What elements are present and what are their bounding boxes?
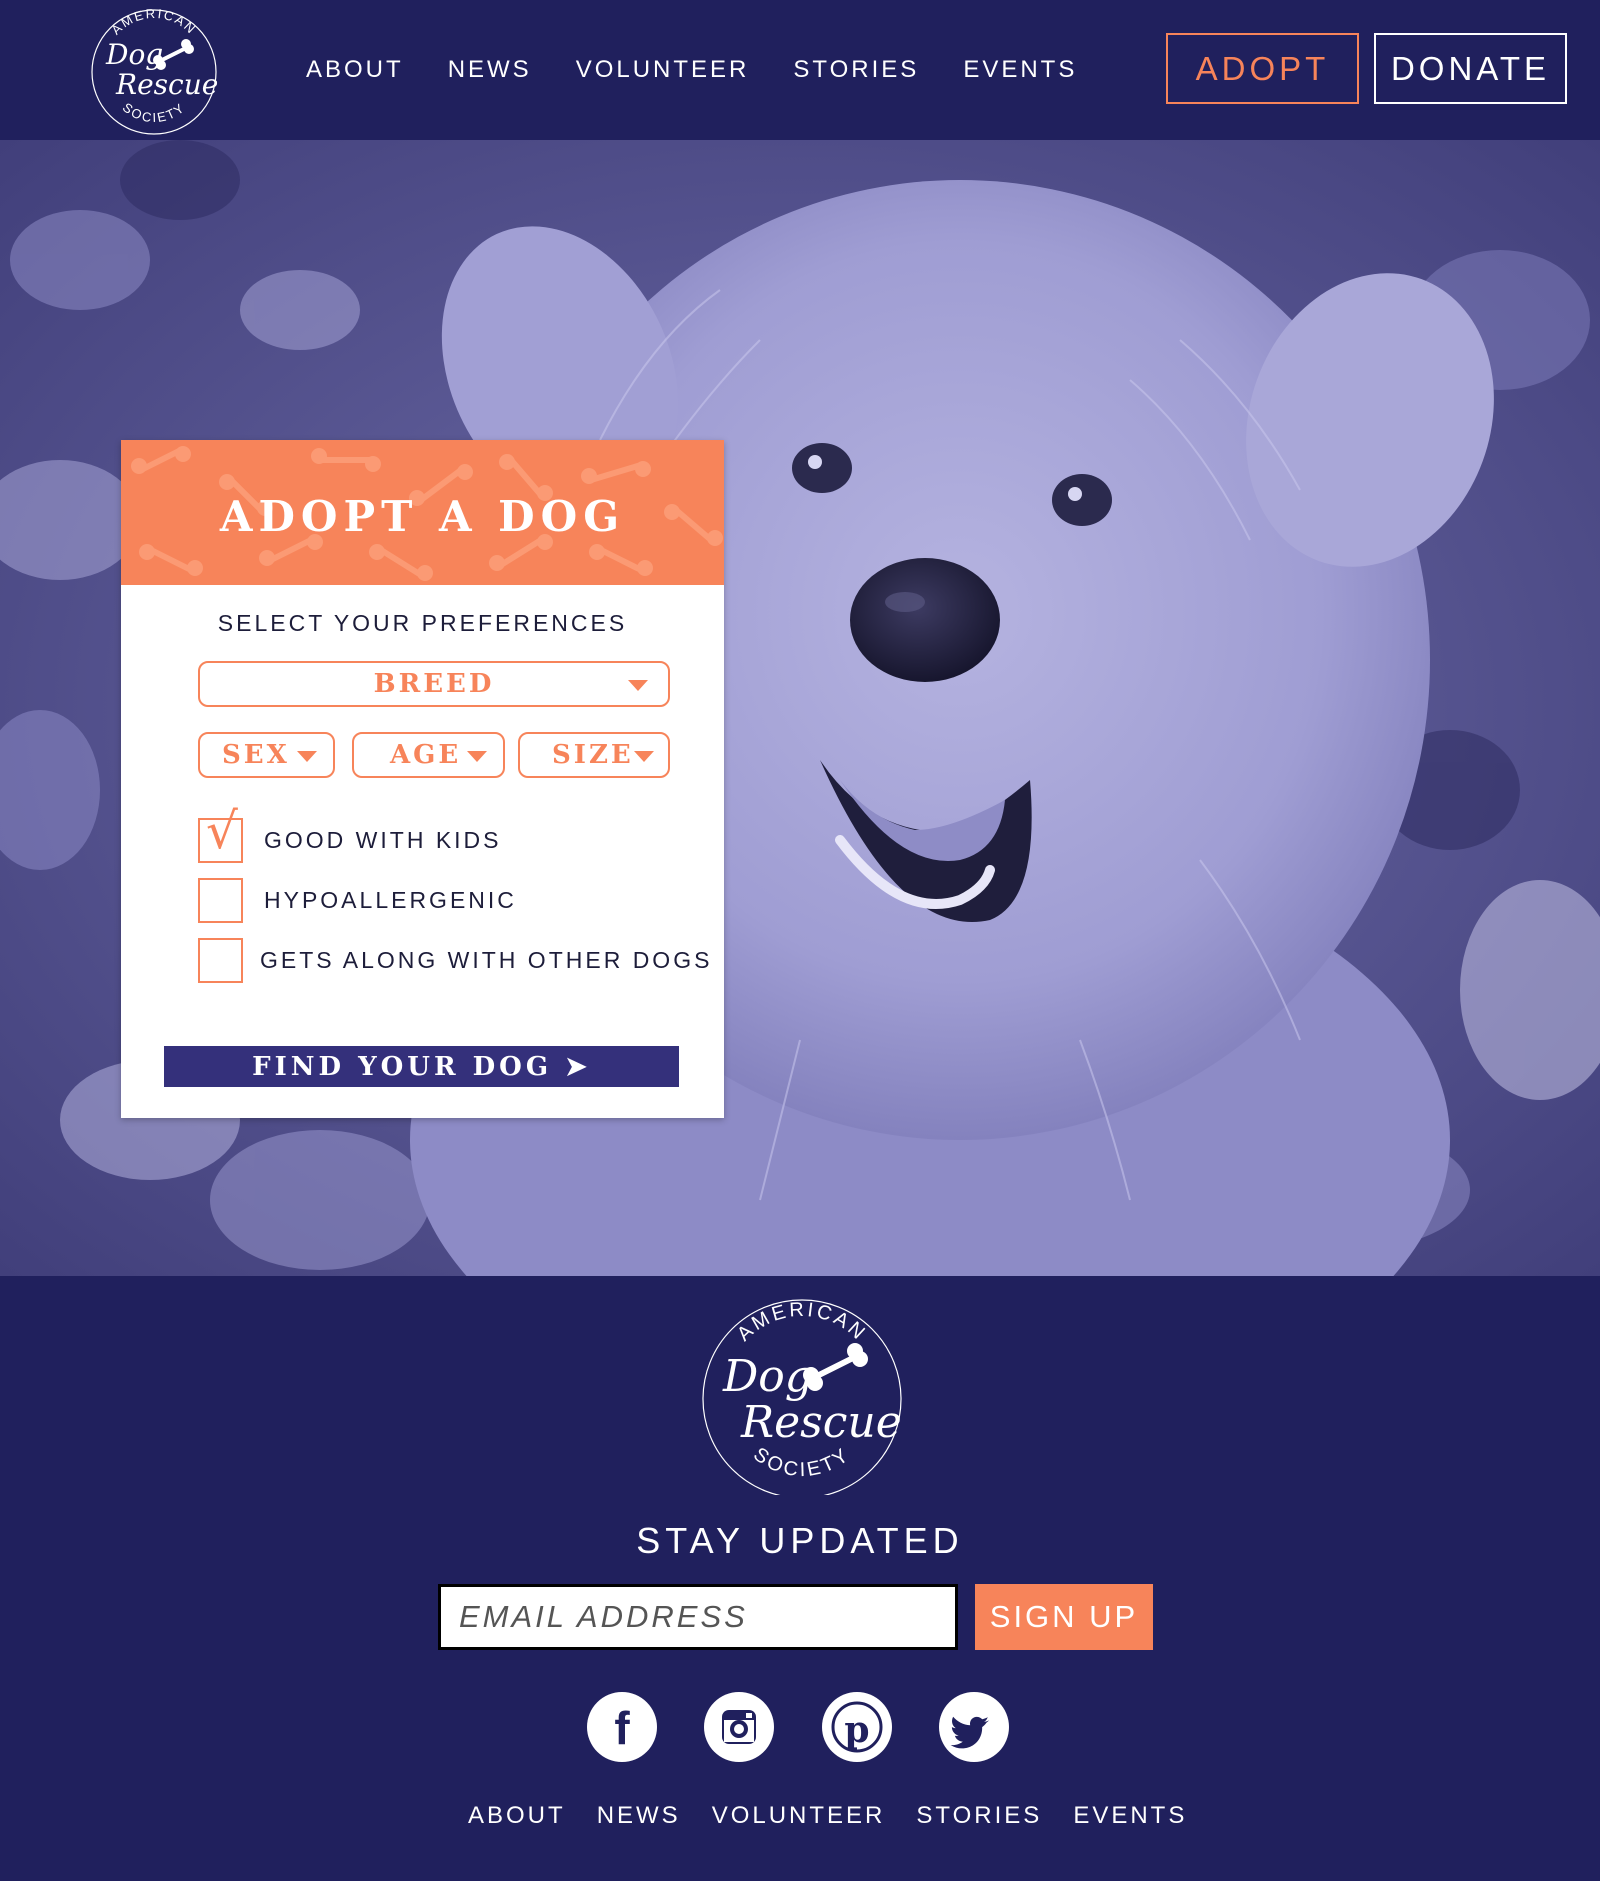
other-dogs-label: GETS ALONG WITH OTHER DOGS: [260, 947, 713, 973]
chevron-down-icon: [297, 751, 317, 762]
main-nav: ABOUT NEWS VOLUNTEER STORIES EVENTS: [306, 56, 1077, 84]
nav-stories[interactable]: STORIES: [793, 56, 919, 84]
logo-rescue-text: Rescue: [115, 68, 218, 101]
adopt-panel-title: ADOPT A DOG: [219, 492, 626, 541]
footer-logo-top-text: AMERICAN: [733, 1299, 868, 1346]
adopt-panel-header: ADOPT A DOG: [121, 440, 724, 585]
checkbox-row-hypoallergenic: HYPOALLERGENIC: [198, 878, 517, 923]
twitter-icon[interactable]: [939, 1692, 1009, 1762]
adopt-button[interactable]: ADOPT: [1166, 33, 1359, 104]
site-footer: AMERICAN SOCIETY Dog Rescue STAY UPDATED…: [0, 1276, 1600, 1881]
checkmark-icon: √: [206, 802, 241, 860]
footer-nav: ABOUT NEWS VOLUNTEER STORIES EVENTS: [468, 1802, 1187, 1830]
email-input[interactable]: [438, 1584, 958, 1650]
size-select[interactable]: SIZE: [518, 732, 670, 778]
nav-events[interactable]: EVENTS: [963, 56, 1077, 84]
footer-nav-stories[interactable]: STORIES: [916, 1802, 1042, 1830]
nav-volunteer[interactable]: VOLUNTEER: [576, 56, 750, 84]
donate-button[interactable]: DONATE: [1374, 33, 1567, 104]
age-select[interactable]: AGE: [352, 732, 505, 778]
chevron-down-icon: [634, 751, 654, 762]
size-select-label: SIZE: [552, 740, 634, 770]
svg-text:f: f: [614, 1702, 630, 1754]
sex-select[interactable]: SEX: [198, 732, 335, 778]
nav-news[interactable]: NEWS: [448, 56, 532, 84]
good-with-kids-checkbox[interactable]: √: [198, 806, 243, 863]
chevron-down-icon: [628, 680, 648, 691]
footer-logo-dog-text: Dog: [722, 1351, 813, 1402]
footer-nav-about[interactable]: ABOUT: [468, 1802, 566, 1830]
chevron-down-icon: [467, 751, 487, 762]
logo-bottom-text: SOCIETY: [120, 100, 186, 126]
sign-up-button[interactable]: SIGN UP: [975, 1584, 1153, 1650]
good-with-kids-label: GOOD WITH KIDS: [264, 827, 502, 853]
find-your-dog-button[interactable]: FIND YOUR DOG ➤: [164, 1046, 679, 1087]
breed-select[interactable]: BREED: [198, 661, 670, 707]
pinterest-icon[interactable]: p: [822, 1692, 892, 1762]
bone-icon: [803, 1343, 868, 1391]
instagram-icon[interactable]: [704, 1692, 774, 1762]
adopt-panel: ADOPT A DOG SELECT YOUR PREFERENCES BREE…: [121, 440, 724, 1118]
svg-text:p: p: [844, 1709, 869, 1751]
checkbox-row-other-dogs: GETS ALONG WITH OTHER DOGS: [198, 938, 712, 983]
checkbox-row-good-with-kids: √ GOOD WITH KIDS: [198, 806, 502, 863]
svg-text:AMERICAN: AMERICAN: [733, 1299, 871, 1346]
age-select-label: AGE: [390, 740, 462, 770]
logo-dog-text: Dog: [105, 38, 163, 71]
footer-logo[interactable]: AMERICAN SOCIETY Dog Rescue: [697, 1295, 907, 1495]
other-dogs-checkbox[interactable]: [198, 938, 243, 983]
nav-about[interactable]: ABOUT: [306, 56, 404, 84]
hypoallergenic-checkbox[interactable]: [198, 878, 243, 923]
logo-top-text: AMERICAN: [108, 6, 197, 38]
hero-dog-image: ADOPT A DOG SELECT YOUR PREFERENCES BREE…: [0, 140, 1600, 1276]
svg-text:SOCIETY: SOCIETY: [749, 1443, 855, 1481]
hypoallergenic-label: HYPOALLERGENIC: [264, 887, 517, 913]
site-logo[interactable]: AMERICAN SOCIETY Dog Rescue: [86, 4, 222, 136]
preferences-label: SELECT YOUR PREFERENCES: [217, 610, 628, 636]
site-header: AMERICAN SOCIETY Dog Rescue ABOUT NEWS V…: [0, 0, 1600, 140]
svg-text:SOCIETY: SOCIETY: [120, 100, 188, 126]
facebook-icon[interactable]: f: [587, 1692, 657, 1762]
stay-updated-heading: STAY UPDATED: [636, 1520, 964, 1561]
footer-logo-rescue-text: Rescue: [740, 1397, 902, 1448]
footer-nav-volunteer[interactable]: VOLUNTEER: [712, 1802, 886, 1830]
footer-nav-news[interactable]: NEWS: [597, 1802, 681, 1830]
footer-nav-events[interactable]: EVENTS: [1073, 1802, 1187, 1830]
breed-select-label: BREED: [373, 669, 495, 699]
footer-logo-bottom-text: SOCIETY: [749, 1443, 852, 1481]
svg-text:AMERICAN: AMERICAN: [108, 6, 199, 38]
sex-select-label: SEX: [222, 740, 290, 770]
